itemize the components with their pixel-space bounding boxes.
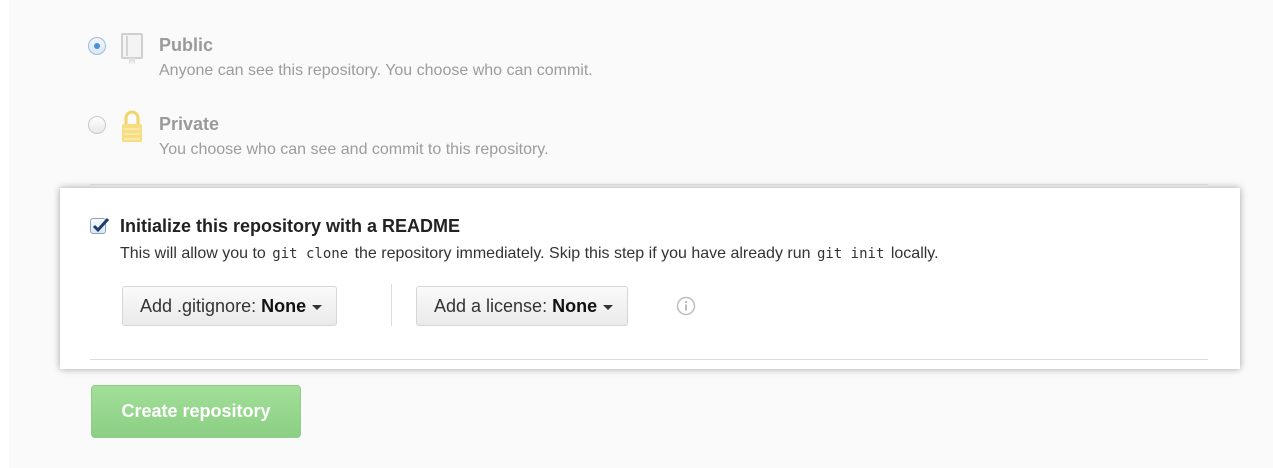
initialize-readme-description: This will allow you to git clone the rep… — [120, 245, 939, 263]
initialize-readme-panel: Initialize this repository with a README… — [60, 188, 1240, 369]
description-text: This will allow you to — [120, 245, 271, 262]
private-title: Private — [159, 114, 220, 134]
license-value: None — [552, 296, 598, 316]
repo-icon — [120, 33, 144, 65]
divider — [90, 184, 1208, 185]
lock-icon — [120, 110, 144, 144]
description-text: the repository immediately. Skip this st… — [350, 245, 815, 262]
git-clone-code: git clone — [272, 246, 349, 262]
public-radio[interactable] — [88, 37, 106, 55]
license-label: Add a license: — [434, 296, 553, 316]
gitignore-value: None — [261, 296, 307, 316]
initialize-readme-checkbox[interactable] — [90, 217, 110, 234]
initialize-readme-label[interactable]: Initialize this repository with a README — [120, 216, 460, 237]
private-radio[interactable] — [88, 116, 106, 134]
create-repository-button[interactable]: Create repository — [91, 385, 301, 438]
visibility-option-public[interactable]: Public Anyone can see this repository. Y… — [88, 33, 988, 93]
caret-down-icon — [603, 304, 614, 310]
info-icon[interactable] — [676, 296, 696, 316]
license-dropdown[interactable]: Add a license: None — [416, 286, 629, 326]
public-title: Public — [159, 35, 214, 55]
visibility-option-private[interactable]: Private You choose who can see and commi… — [88, 110, 988, 172]
gitignore-dropdown[interactable]: Add .gitignore: None — [122, 286, 338, 326]
description-text: locally. — [886, 245, 939, 262]
private-description: You choose who can see and commit to thi… — [159, 141, 549, 158]
gitignore-label: Add .gitignore: — [140, 296, 262, 316]
git-init-code: git init — [816, 246, 885, 262]
divider — [90, 359, 1208, 360]
vertical-separator — [391, 284, 392, 326]
caret-down-icon — [312, 304, 323, 310]
public-description: Anyone can see this repository. You choo… — [159, 62, 593, 79]
